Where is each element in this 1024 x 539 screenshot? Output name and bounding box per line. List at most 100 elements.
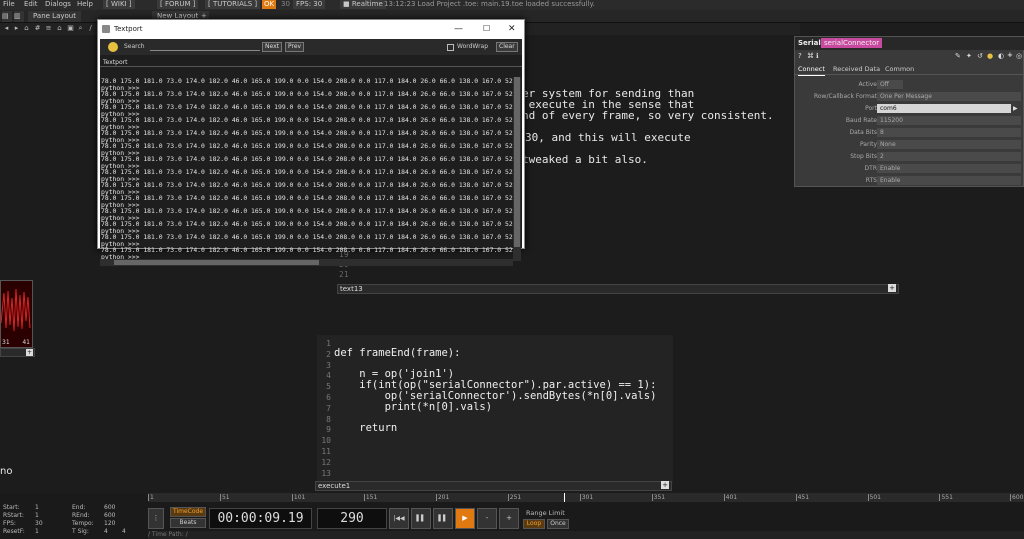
text13-node-label[interactable]: text13 + xyxy=(337,284,899,294)
step-back-button[interactable]: ▌▌ xyxy=(411,508,431,529)
tab-received-data[interactable]: Received Data xyxy=(833,64,880,75)
tab-pane-layout[interactable]: Pane Layout xyxy=(28,11,81,22)
baud-rate-field[interactable]: 115200 xyxy=(877,116,1021,125)
tempo-value[interactable]: 120 xyxy=(104,520,115,528)
timeline-toggle-button[interactable]: ⋮ xyxy=(148,508,164,529)
execute1-node-label[interactable]: execute1 + xyxy=(315,481,672,491)
resetf-value[interactable]: 1 xyxy=(35,528,39,536)
tutorials-link[interactable]: [ TUTORIALS ] xyxy=(205,0,261,9)
loop-button[interactable]: Loop xyxy=(523,519,545,529)
minimize-icon[interactable]: — xyxy=(454,20,463,38)
fps-value[interactable]: 30 xyxy=(35,520,43,528)
tab-connect[interactable]: Connect xyxy=(798,64,825,76)
tsig-denominator[interactable]: 4 xyxy=(122,528,126,536)
wordwrap-checkbox[interactable] xyxy=(447,44,454,51)
wiki-link[interactable]: [ WIKI ] xyxy=(103,0,135,9)
path-icon[interactable]: / xyxy=(86,24,95,33)
add-icon[interactable]: + xyxy=(1007,51,1013,59)
textport-output[interactable]: 78.0 175.0 181.0 73.0 174.0 182.0 46.0 1… xyxy=(101,78,513,264)
rstart-label: RStart: xyxy=(3,512,24,519)
start-value[interactable]: 1 xyxy=(35,504,39,512)
line-number: 4 xyxy=(326,371,331,381)
execute1-code[interactable]: def frameEnd(frame): n = op('join1') if(… xyxy=(334,337,656,445)
back-icon[interactable]: ◂ xyxy=(2,24,11,33)
once-button[interactable]: Once xyxy=(547,519,569,529)
menu-help[interactable]: Help xyxy=(77,0,93,9)
python-icon[interactable]: ● xyxy=(987,52,993,60)
vertical-scrollbar[interactable] xyxy=(513,77,521,261)
textport-window[interactable]: Textport — ☐ ✕ Search Next Prev WordWrap… xyxy=(97,19,525,266)
param-label: Port xyxy=(865,105,877,112)
step-backward-button[interactable]: - xyxy=(477,508,497,529)
up-icon[interactable]: ⌂ xyxy=(22,24,31,33)
list-icon[interactable]: ≡ xyxy=(44,24,53,33)
reset-icon[interactable]: ↺ xyxy=(977,52,983,60)
param-label: Baud Rate xyxy=(845,117,877,124)
edit-icon[interactable]: ✎ xyxy=(955,52,961,60)
clear-button[interactable]: Clear xyxy=(496,42,518,52)
beats-button[interactable]: Beats xyxy=(170,518,206,528)
rts-dropdown[interactable]: Enable xyxy=(877,176,1021,185)
next-button[interactable]: Next xyxy=(262,42,282,52)
row-callback-dropdown[interactable]: One Per Message xyxy=(877,92,1021,101)
param-rts: RTS Enable xyxy=(795,176,1023,186)
play-button[interactable]: ▶ xyxy=(455,508,475,529)
port-field[interactable]: com6 xyxy=(877,104,1011,113)
forward-icon[interactable]: ▸ xyxy=(12,24,21,33)
info-icon[interactable]: ℹ xyxy=(816,52,819,60)
stop-bits-dropdown[interactable]: 2 xyxy=(877,152,1021,161)
playhead-marker[interactable] xyxy=(563,493,565,502)
operator-name[interactable]: serialConnector xyxy=(821,38,883,48)
bypass-icon[interactable]: ◐ xyxy=(998,52,1004,60)
maximize-icon[interactable]: ☐ xyxy=(483,20,490,38)
rstart-value[interactable]: 1 xyxy=(35,512,39,520)
dtr-dropdown[interactable]: Enable xyxy=(877,164,1021,173)
grid-icon[interactable]: # xyxy=(33,24,42,33)
frame-field[interactable]: 290 xyxy=(317,508,387,529)
textport-titlebar[interactable]: Textport — ☐ ✕ xyxy=(98,20,524,38)
end-value[interactable]: 600 xyxy=(104,504,115,512)
add-icon[interactable]: + xyxy=(661,481,669,489)
ruler-tick: 101 xyxy=(291,494,306,501)
scroll-thumb[interactable] xyxy=(514,77,520,247)
add-icon[interactable]: + xyxy=(26,349,33,356)
tab-common[interactable]: Common xyxy=(885,64,914,75)
help-icon[interactable]: ? xyxy=(798,52,802,60)
port-menu-icon[interactable]: ▶ xyxy=(1013,104,1018,114)
chop-viewer[interactable]: 31 41 xyxy=(0,280,33,348)
timeline-ruler[interactable]: 1 51 101 151 201 251 301 351 401 451 501 551 600 xyxy=(148,493,1024,502)
realtime-toggle[interactable]: ■ Realtime xyxy=(340,0,386,9)
tempo-label: Tempo: xyxy=(72,520,94,527)
data-bits-dropdown[interactable]: 8 xyxy=(877,128,1021,137)
pane-close-icon[interactable]: ▥ xyxy=(14,11,24,22)
search-icon[interactable]: ⌕ xyxy=(76,24,85,33)
timecode-display[interactable]: 00:00:09.19 xyxy=(209,508,312,529)
step-forward-button[interactable]: + xyxy=(499,508,519,529)
close-icon[interactable]: ✕ xyxy=(508,20,516,38)
timecode-button[interactable]: TimeCode xyxy=(170,507,206,517)
home-icon[interactable]: ⌂ xyxy=(55,24,64,33)
scroll-thumb[interactable] xyxy=(114,260,319,265)
menu-file[interactable]: File xyxy=(3,0,15,9)
panel-icon[interactable]: ▣ xyxy=(66,24,75,33)
python-help-icon[interactable]: ⌘ xyxy=(807,52,814,60)
prev-button[interactable]: Prev xyxy=(285,42,305,52)
parity-dropdown[interactable]: None xyxy=(877,140,1021,149)
menu-edit[interactable]: Edit xyxy=(24,0,38,9)
pin-icon[interactable]: ✦ xyxy=(966,52,972,60)
horizontal-scrollbar[interactable] xyxy=(100,259,513,266)
menu-dialogs[interactable]: Dialogs xyxy=(45,0,71,9)
tsig-numerator[interactable]: 4 xyxy=(104,528,108,536)
forum-link[interactable]: [ FORUM ] xyxy=(157,0,199,9)
pause-button[interactable]: ▌▌ xyxy=(433,508,453,529)
rend-value[interactable]: 600 xyxy=(104,512,115,520)
settings-icon[interactable]: ◎ xyxy=(1016,52,1022,60)
chop-label-bar[interactable]: + xyxy=(0,348,35,357)
pane-split-icon[interactable]: ▤ xyxy=(2,11,12,22)
tab-textport[interactable]: Textport xyxy=(103,59,127,66)
add-icon[interactable]: + xyxy=(888,284,896,292)
rewind-button[interactable]: |◀◀ xyxy=(389,508,409,529)
search-input[interactable] xyxy=(150,43,260,51)
time-path[interactable]: / Time Path: / xyxy=(148,531,1024,539)
active-toggle[interactable]: Off xyxy=(877,80,903,89)
